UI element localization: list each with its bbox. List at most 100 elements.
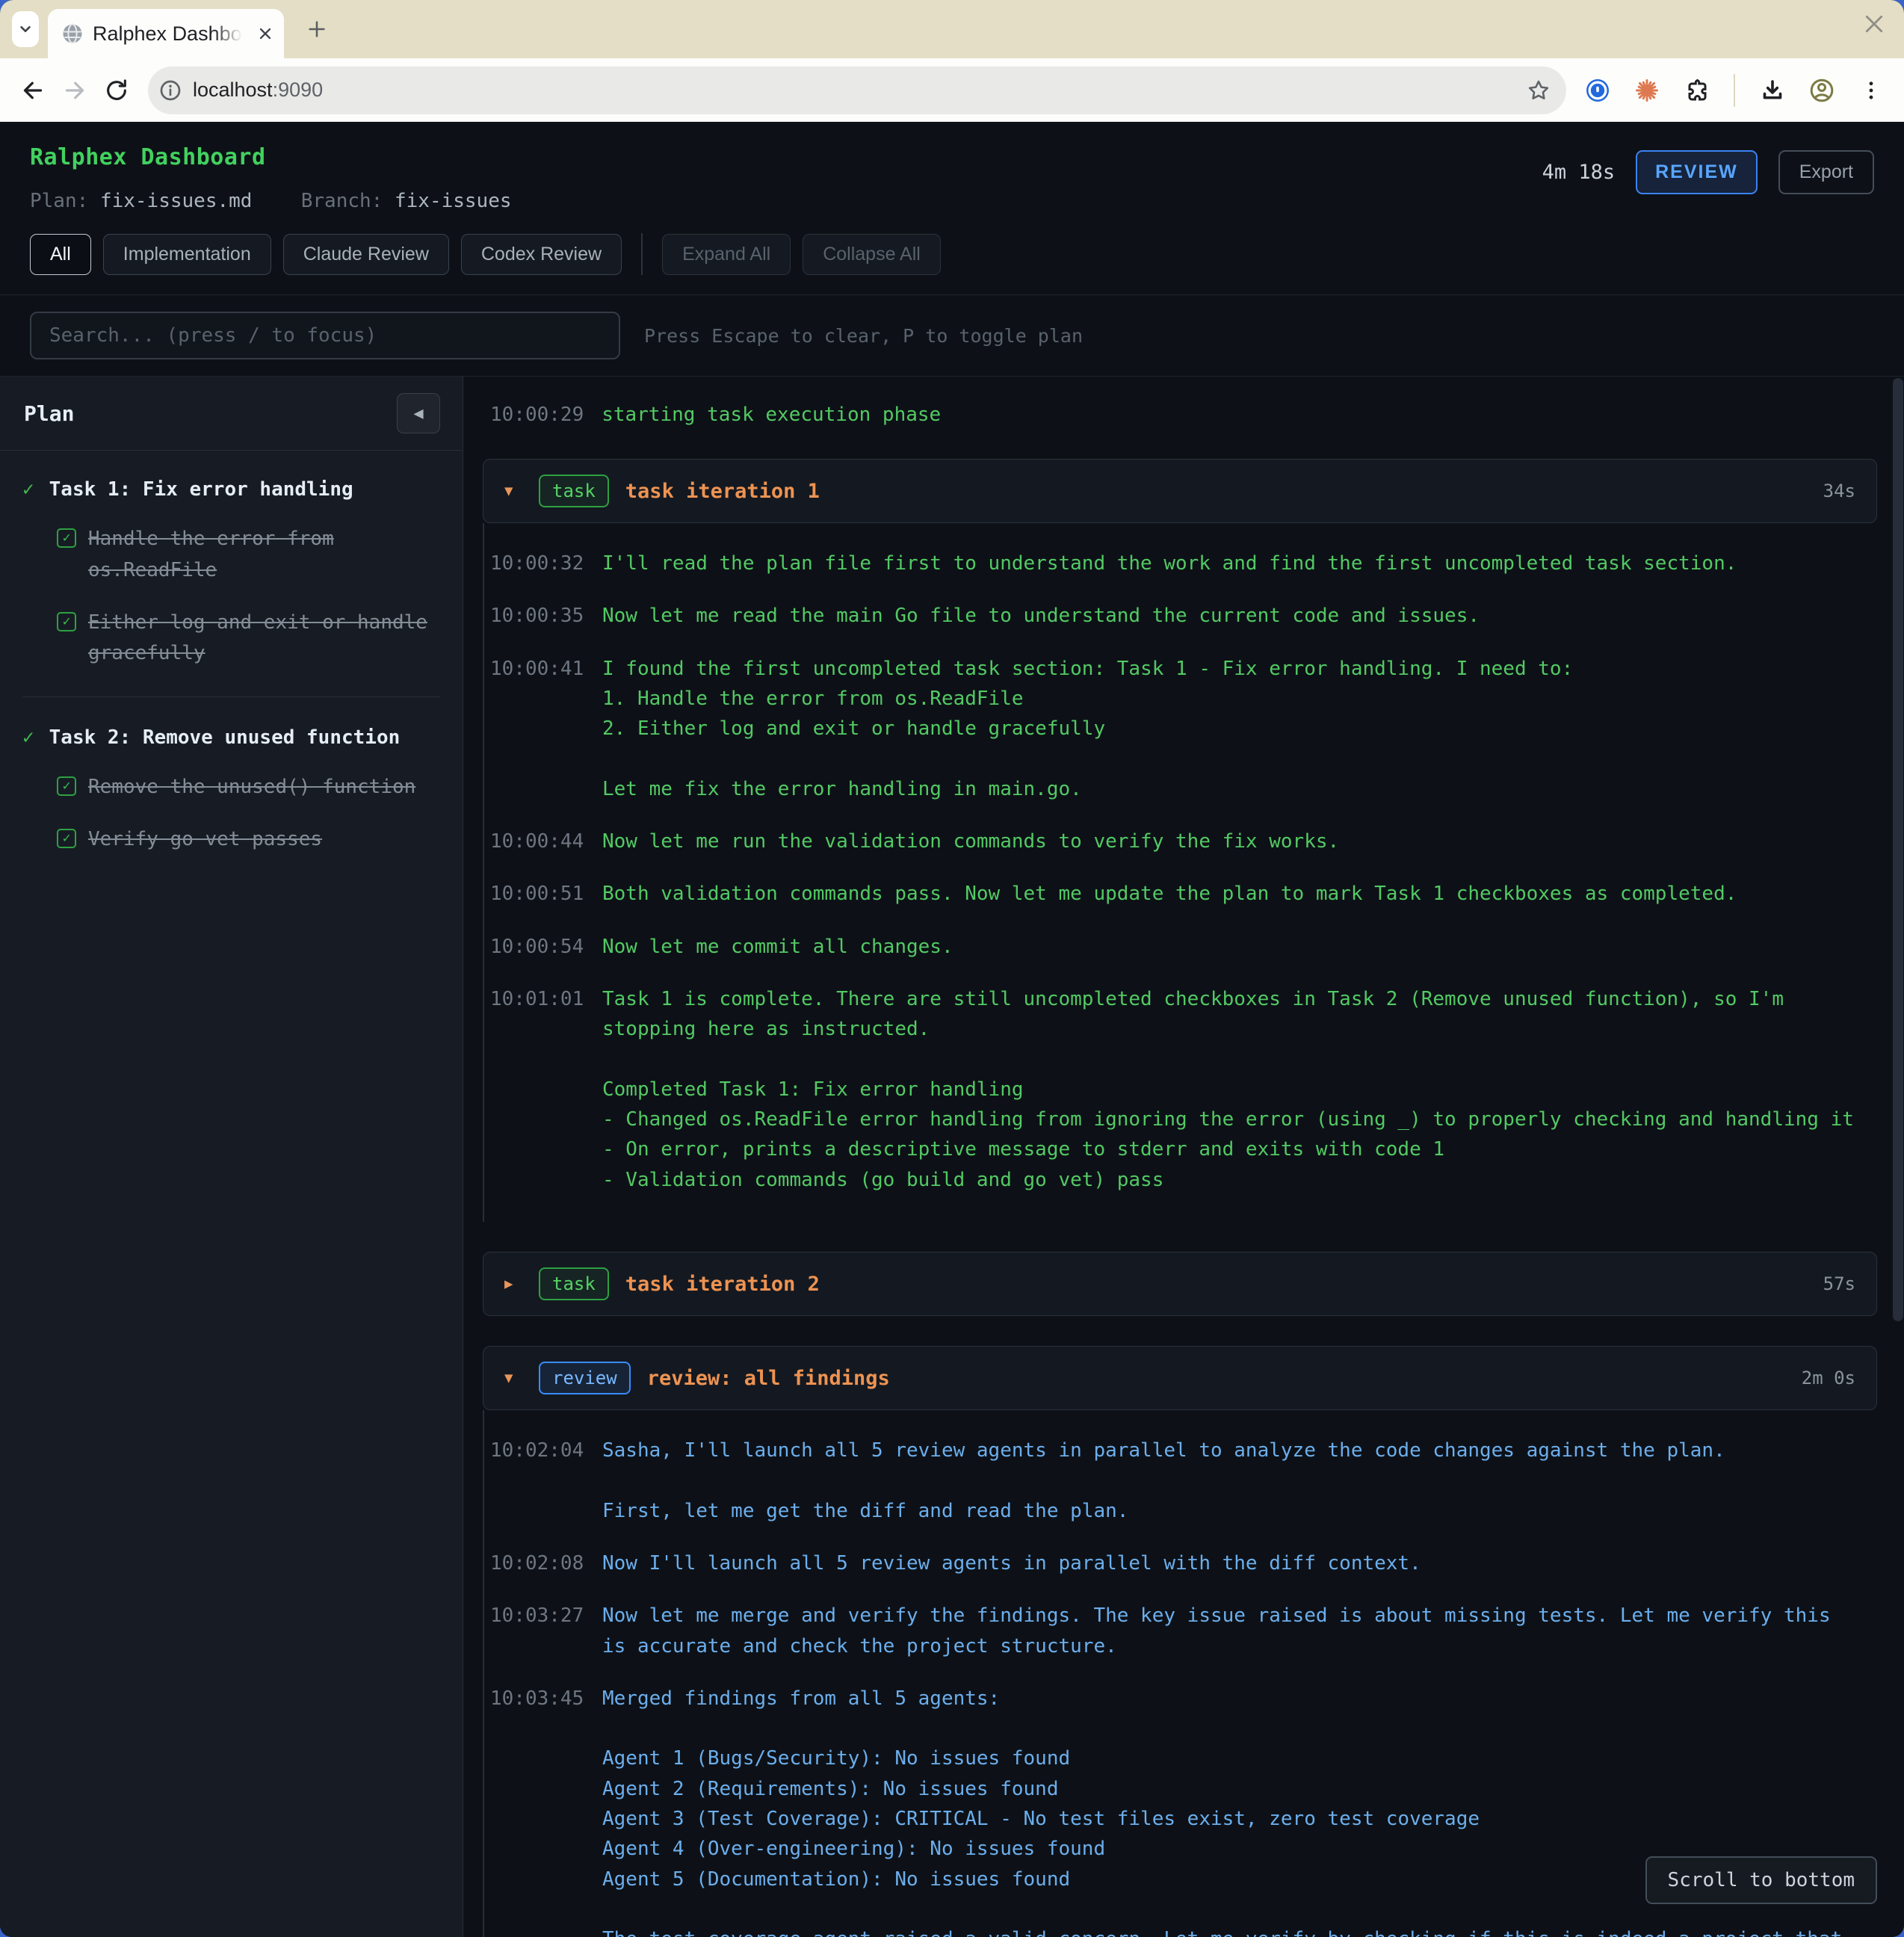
plan-tasks: ✓ Task 1: Fix error handling ✓ Handle the e… bbox=[0, 451, 463, 880]
expand-all-button[interactable]: Expand All bbox=[662, 234, 791, 275]
plan-checklist-item-label: Remove the unused() function bbox=[88, 772, 415, 803]
plan-value: fix-issues.md bbox=[100, 190, 253, 212]
section-type-badge: review bbox=[539, 1362, 631, 1394]
scroll-to-bottom-button[interactable]: Scroll to bottom bbox=[1645, 1856, 1877, 1904]
plan-task-title: Task 1: Fix error handling bbox=[49, 476, 353, 503]
log-timestamp: 10:02:04 bbox=[490, 1436, 586, 1526]
forward-button[interactable] bbox=[54, 69, 96, 111]
section-header[interactable]: ▼reviewreview: all findings2m 0s bbox=[483, 1346, 1877, 1410]
timeline-section: ▼tasktask iteration 134s 10:00:32I'll rea… bbox=[483, 459, 1877, 1222]
section-duration: 57s bbox=[1823, 1273, 1855, 1294]
reload-button[interactable] bbox=[96, 69, 137, 111]
downloads-icon[interactable] bbox=[1752, 69, 1793, 111]
checked-checkbox-icon: ✓ bbox=[57, 829, 76, 848]
plan-checklist-item[interactable]: ✓ Either log and exit or handle gracefull… bbox=[57, 608, 440, 670]
plan-checklist-item[interactable]: ✓ Verify go vet passes bbox=[57, 824, 440, 856]
collapse-all-button[interactable]: Collapse All bbox=[803, 234, 941, 275]
plan-checklist-item[interactable]: ✓ Remove the unused() function bbox=[57, 772, 440, 803]
section-header[interactable]: ▼tasktask iteration 134s bbox=[483, 459, 1877, 523]
sidebar-collapse-button[interactable]: ◀ bbox=[397, 393, 440, 433]
url-bar[interactable]: localhost:9090 bbox=[148, 67, 1566, 114]
log-timestamp: 10:00:44 bbox=[490, 827, 586, 856]
plan-checklist-item-label: Either log and exit or handle gracefully bbox=[88, 608, 440, 670]
tab-search-button[interactable] bbox=[12, 11, 39, 47]
back-button[interactable] bbox=[12, 69, 54, 111]
plan-checklist-item-label: Handle the error from os.ReadFile bbox=[88, 524, 440, 586]
log-text: Now let me merge and verify the findings… bbox=[602, 1601, 1865, 1661]
password-manager-extension-icon[interactable] bbox=[1577, 69, 1619, 111]
task-complete-check-icon: ✓ bbox=[22, 476, 34, 503]
plan-task-divider bbox=[22, 696, 440, 697]
scrollbar-thumb[interactable] bbox=[1893, 378, 1903, 1321]
url-text: localhost:9090 bbox=[193, 78, 323, 102]
claude-extension-icon[interactable] bbox=[1626, 69, 1668, 111]
log-timestamp: 10:00:41 bbox=[490, 654, 586, 804]
site-info-icon[interactable] bbox=[158, 78, 182, 102]
section-title: task iteration 1 bbox=[625, 480, 820, 503]
extensions-puzzle-icon[interactable] bbox=[1675, 69, 1717, 111]
filter-tab-all[interactable]: All bbox=[30, 234, 91, 275]
timeline-section: ▼reviewreview: all findings2m 0s10:02:04… bbox=[483, 1346, 1877, 1937]
log-entry: 10:00:32I'll read the plan file first to… bbox=[490, 549, 1877, 578]
task-complete-check-icon: ✓ bbox=[22, 724, 34, 751]
new-tab-button[interactable] bbox=[297, 10, 336, 49]
plan-checklist-item-label: Verify go vet passes bbox=[88, 824, 322, 856]
log-entry: 10:00:41I found the first uncompleted ta… bbox=[490, 654, 1877, 804]
ralphex-dashboard: Ralphex Dashboard Plan: fix-issues.md Br… bbox=[0, 122, 1904, 1937]
section-title: task iteration 2 bbox=[625, 1273, 820, 1296]
dashboard-header: Ralphex Dashboard Plan: fix-issues.md Br… bbox=[0, 122, 1904, 212]
checked-checkbox-icon: ✓ bbox=[57, 612, 76, 631]
log-text: Now let me run the validation commands t… bbox=[602, 827, 1339, 856]
log-text: Sasha, I'll launch all 5 review agents i… bbox=[602, 1436, 1725, 1526]
window-close-icon[interactable] bbox=[1861, 10, 1888, 37]
filter-tab-codex-review[interactable]: Codex Review bbox=[461, 234, 622, 275]
browser-tab[interactable]: Ralphex Dashboard - fix bbox=[48, 9, 284, 58]
log-timestamp: 10:03:45 bbox=[490, 1684, 586, 1937]
export-button[interactable]: Export bbox=[1778, 150, 1874, 194]
review-status-button[interactable]: REVIEW bbox=[1636, 150, 1758, 194]
profile-icon[interactable] bbox=[1801, 69, 1843, 111]
timeline-section: ▶ task task iteration 2 57s bbox=[483, 1252, 1877, 1316]
log-timestamp: 10:03:27 bbox=[490, 1601, 586, 1661]
tab-close-icon[interactable] bbox=[256, 24, 275, 43]
plan-task: ✓Task 2: Remove unused function bbox=[22, 724, 440, 751]
filter-divider bbox=[641, 233, 643, 275]
elapsed-time: 4m 18s bbox=[1542, 161, 1616, 184]
timeline: ▼tasktask iteration 134s 10:00:32I'll rea… bbox=[483, 459, 1877, 1937]
menu-kebab-icon[interactable] bbox=[1850, 69, 1892, 111]
log-text: Now I'll launch all 5 review agents in p… bbox=[602, 1548, 1421, 1578]
log-timestamp: 10:00:54 bbox=[490, 932, 586, 962]
log-timestamp: 10:00:51 bbox=[490, 879, 586, 909]
plan-task: ✓ Task 1: Fix error handling bbox=[22, 476, 440, 503]
collapse-left-icon: ◀ bbox=[413, 404, 423, 423]
expand-arrow-icon[interactable]: ▶ bbox=[504, 1276, 522, 1292]
collapse-arrow-icon[interactable]: ▼ bbox=[504, 483, 522, 499]
plan-task-items: ✓ Remove the unused() function ✓ Verify go … bbox=[57, 772, 440, 855]
log-text: starting task execution phase bbox=[602, 404, 941, 426]
filter-tab-implementation[interactable]: Implementation bbox=[103, 234, 271, 275]
chevron-down-icon bbox=[16, 19, 35, 39]
tab-title: Ralphex Dashboard - fix bbox=[93, 22, 247, 46]
bookmark-star-icon[interactable] bbox=[1526, 78, 1551, 103]
search-input[interactable] bbox=[30, 312, 620, 359]
section-header[interactable]: ▶ task task iteration 2 57s bbox=[483, 1252, 1877, 1316]
plan-task-items: ✓ Handle the error from os.ReadFile ✓ Eithe… bbox=[57, 524, 440, 669]
url-host: localhost bbox=[193, 78, 273, 101]
log-entry: 10:00:51 Both validation commands pass. N… bbox=[490, 879, 1877, 909]
log-text: Now let me commit all changes. bbox=[602, 932, 953, 962]
timeline-main: 10:00:29 starting task execution phase ▼… bbox=[463, 377, 1904, 1937]
plan-sidebar-header: Plan ◀ bbox=[0, 377, 463, 450]
page-title: Ralphex Dashboard bbox=[30, 144, 512, 170]
log-text: Both validation commands pass. Now let m… bbox=[602, 879, 1737, 909]
log-timestamp: 10:00:35 bbox=[490, 601, 586, 631]
checked-checkbox-icon: ✓ bbox=[57, 528, 76, 548]
section-type-badge: task bbox=[539, 1267, 609, 1300]
content-area: Plan ◀ ✓ Task 1: Fix error handling ✓ Handl… bbox=[0, 376, 1904, 1937]
plan-checklist-item[interactable]: ✓ Handle the error from os.ReadFile bbox=[57, 524, 440, 586]
log-entry: 10:02:04Sasha, I'll launch all 5 review … bbox=[490, 1436, 1877, 1526]
intro-log-entry: 10:00:29 starting task execution phase bbox=[490, 404, 1877, 426]
filter-tab-claude-review[interactable]: Claude Review bbox=[283, 234, 449, 275]
checked-checkbox-icon: ✓ bbox=[57, 776, 76, 796]
collapse-arrow-icon[interactable]: ▼ bbox=[504, 1370, 522, 1386]
browser-toolbar: localhost:9090 bbox=[0, 58, 1904, 122]
